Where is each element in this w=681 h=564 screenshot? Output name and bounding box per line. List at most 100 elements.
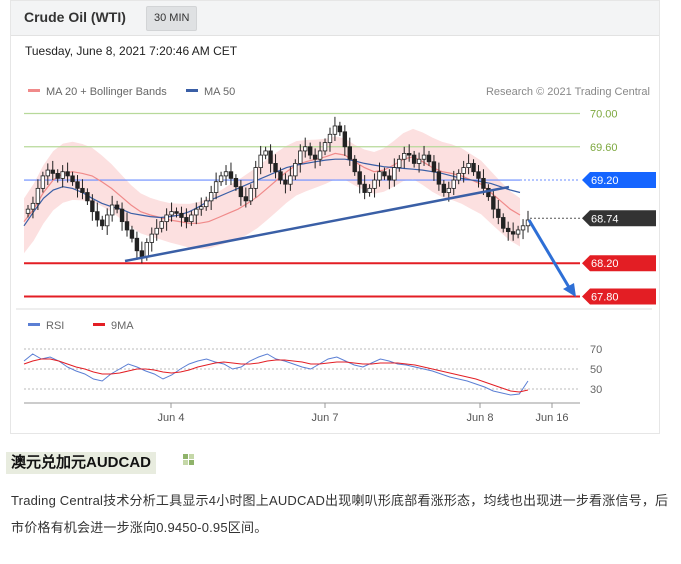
candle-body bbox=[362, 183, 367, 193]
candle-body bbox=[510, 231, 516, 235]
candle-body bbox=[392, 167, 397, 181]
candle-body bbox=[213, 181, 219, 193]
candle-body bbox=[105, 214, 110, 227]
candle-body bbox=[288, 175, 293, 185]
candle-body bbox=[441, 183, 447, 193]
candle-body bbox=[337, 125, 343, 133]
candle-body bbox=[372, 179, 377, 189]
candle-body bbox=[421, 154, 427, 160]
legend-swatch bbox=[28, 89, 40, 92]
candle-body bbox=[501, 217, 506, 229]
rsi-legend-swatch bbox=[93, 323, 105, 326]
candle-body bbox=[184, 217, 189, 223]
candle-body bbox=[466, 163, 471, 168]
candle-body bbox=[505, 227, 511, 233]
candle-body bbox=[416, 158, 422, 164]
candle-body bbox=[179, 212, 184, 218]
pivot-label: 69.20 bbox=[591, 175, 619, 187]
candle-body bbox=[40, 175, 46, 189]
candle-body bbox=[491, 196, 496, 210]
candle-body bbox=[273, 163, 278, 173]
candle-body bbox=[124, 221, 130, 231]
candle-body bbox=[268, 150, 273, 164]
candle-body bbox=[397, 158, 402, 168]
chart-credit: Research © 2021 Trading Central bbox=[486, 86, 650, 98]
candle-body bbox=[446, 187, 451, 193]
candle-body bbox=[387, 175, 392, 181]
candle-body bbox=[50, 169, 55, 174]
candle-body bbox=[174, 211, 179, 214]
candle-body bbox=[134, 237, 140, 252]
candle-body bbox=[90, 200, 95, 213]
candle-body bbox=[342, 131, 348, 148]
resistance-label: 69.60 bbox=[590, 142, 618, 154]
candle-body bbox=[144, 242, 150, 257]
rsi-ma9-line bbox=[23, 358, 529, 393]
candle-body bbox=[298, 150, 303, 164]
candle-body bbox=[208, 192, 214, 202]
candle-body bbox=[406, 153, 412, 156]
candle-body bbox=[411, 154, 417, 164]
section-title: 澳元兑加元AUDCAD bbox=[6, 452, 156, 474]
candle-body bbox=[481, 177, 486, 189]
candle-body bbox=[476, 171, 481, 179]
candle-body bbox=[85, 192, 90, 202]
candle-body bbox=[65, 171, 70, 177]
candle-body bbox=[248, 187, 253, 202]
candle-body bbox=[278, 171, 283, 181]
candle-body bbox=[164, 214, 169, 223]
candle-body bbox=[189, 214, 194, 223]
candle-body bbox=[352, 158, 357, 173]
candle-body bbox=[119, 208, 125, 223]
x-tick-label: Jun 7 bbox=[312, 412, 339, 424]
resistance-label: 70.00 bbox=[590, 109, 618, 121]
candle-body bbox=[149, 233, 154, 243]
candle-body bbox=[303, 146, 308, 152]
candle-body bbox=[312, 154, 318, 160]
candle-body bbox=[436, 171, 442, 185]
candle-body bbox=[382, 171, 387, 177]
analysis-paragraph: Trading Central技术分析工具显示4小时图上AUDCAD出现喇叭形底… bbox=[11, 493, 669, 535]
price-chart: MA 20 + Bollinger Bands MA 50 Research © 2… bbox=[16, 86, 656, 424]
x-tick-label: Jun 4 bbox=[158, 412, 185, 424]
candle-body bbox=[75, 181, 80, 189]
candle-body bbox=[25, 208, 31, 214]
candle-body bbox=[154, 227, 159, 235]
rsi-legend-swatch bbox=[28, 323, 40, 326]
candle-body bbox=[317, 150, 323, 160]
candle-body bbox=[367, 187, 372, 193]
candle-body bbox=[243, 196, 249, 202]
candle-body bbox=[431, 161, 437, 173]
candle-body bbox=[357, 171, 362, 185]
rsi-tick-label: 50 bbox=[590, 364, 602, 376]
candle-body bbox=[218, 175, 224, 183]
candle-body bbox=[263, 150, 268, 156]
main-chart-panel: MA 20 + Bollinger Bands MA 50 Research © 2… bbox=[16, 86, 656, 310]
candle-body bbox=[496, 208, 501, 218]
candle-body bbox=[456, 172, 461, 181]
candle-body bbox=[253, 167, 258, 189]
candle-body bbox=[70, 175, 75, 183]
support-label: 67.80 bbox=[591, 292, 619, 304]
candle-body bbox=[114, 204, 120, 210]
forecast-arrowhead bbox=[563, 283, 576, 297]
legend-label: MA 20 + Bollinger Bands bbox=[46, 86, 167, 98]
candle-body bbox=[194, 208, 199, 216]
rsi-tick-label: 30 bbox=[590, 384, 602, 396]
candle-body bbox=[109, 204, 115, 216]
candle-body bbox=[139, 250, 145, 257]
candle-body bbox=[293, 163, 298, 177]
rsi-legend-label: 9MA bbox=[111, 320, 134, 332]
candle-body bbox=[100, 219, 105, 227]
candle-body bbox=[223, 171, 229, 177]
x-tick-label: Jun 8 bbox=[467, 412, 494, 424]
candle-body bbox=[129, 229, 135, 239]
candle-body bbox=[451, 179, 456, 189]
candle-body bbox=[327, 133, 333, 144]
rsi-panel: RSI 9MA 70 50 30 Jun 4 Jun 7 Jun 8 Jun 16 bbox=[23, 320, 602, 424]
candle-body bbox=[307, 146, 313, 156]
candle-body bbox=[80, 187, 85, 193]
candle-body bbox=[169, 211, 174, 216]
forecast-arrow bbox=[527, 219, 572, 290]
candle-body bbox=[402, 153, 407, 160]
